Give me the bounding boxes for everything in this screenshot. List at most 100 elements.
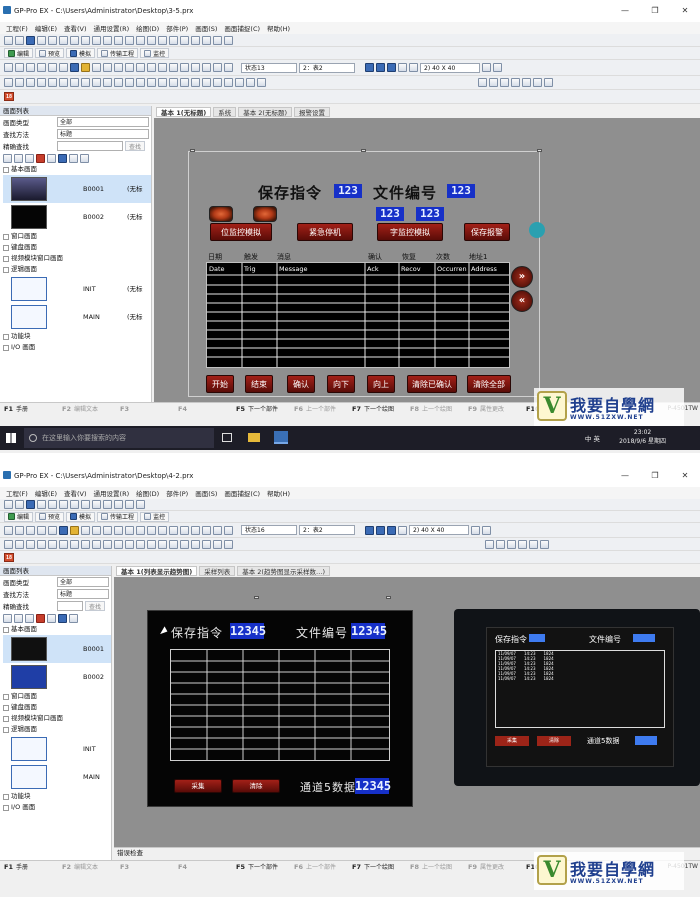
script-icon[interactable] <box>169 525 178 535</box>
f6-key[interactable]: F6 上一个部件 <box>290 404 348 414</box>
text-icon[interactable] <box>37 63 46 72</box>
delete-screen-icon[interactable] <box>36 153 45 163</box>
save-alarm-button[interactable]: 保存报警 <box>464 223 510 241</box>
text-color-icon[interactable] <box>387 525 396 535</box>
group-tool-icon[interactable] <box>180 539 189 549</box>
list-view-icon[interactable] <box>80 153 89 163</box>
flip-icon[interactable] <box>202 35 211 45</box>
f8-key[interactable]: F8 上一个绘图 <box>406 862 464 872</box>
text-icon[interactable] <box>37 525 46 535</box>
f6-key[interactable]: F6 上一个部件 <box>290 862 348 872</box>
line-icon[interactable] <box>4 525 13 535</box>
f2-key[interactable]: F2 编辑文本 <box>58 862 116 872</box>
bit-monitor-sim-button[interactable]: 位监控模拟 <box>210 223 272 241</box>
windows-start-icon[interactable] <box>6 433 16 443</box>
menu-view[interactable]: 查看(V) <box>64 488 87 498</box>
open-icon[interactable] <box>15 500 24 509</box>
line-color-icon[interactable] <box>376 525 385 535</box>
group-function-blocks[interactable]: 功能块 <box>3 791 111 802</box>
distribute-h-icon[interactable] <box>70 78 79 87</box>
blink-icon[interactable] <box>398 525 407 535</box>
group-window-screens[interactable]: 窗口画面 <box>3 231 151 242</box>
scale-icon[interactable] <box>533 78 542 87</box>
thumbnail-icon[interactable] <box>69 153 78 163</box>
menu-common-settings[interactable]: 通用设置(R) <box>94 488 130 498</box>
same-width-icon[interactable] <box>92 78 101 87</box>
start-button[interactable]: 开始 <box>206 375 234 393</box>
align-middle-icon[interactable] <box>48 78 57 87</box>
logic-item-init[interactable]: INIT (无标 <box>3 275 151 303</box>
find-icon[interactable] <box>92 35 101 45</box>
undo-icon[interactable] <box>70 35 79 45</box>
menu-help[interactable]: 帮助(H) <box>267 23 290 33</box>
arc-icon[interactable] <box>507 539 516 549</box>
lock-icon[interactable] <box>202 539 211 549</box>
tag-icon[interactable] <box>213 525 222 535</box>
mode-simulate-button[interactable]: 模拟 <box>66 511 96 522</box>
f1-key[interactable]: F1 手册 <box>0 862 58 872</box>
file-number-value[interactable]: 123 <box>447 184 475 198</box>
save-icon[interactable] <box>26 35 35 45</box>
group-keyboard-screens[interactable]: 键盘画面 <box>3 242 151 253</box>
new-screen-icon[interactable] <box>3 153 12 163</box>
screen-type-select[interactable]: 全部 <box>57 577 109 587</box>
exact-search-input[interactable] <box>57 141 123 151</box>
mirror-v-icon[interactable] <box>169 78 178 87</box>
minimize-button[interactable]: — <box>610 465 640 487</box>
menu-screen-capture[interactable]: 画面捕捉(C) <box>224 488 260 498</box>
dot-icon[interactable] <box>544 78 553 87</box>
data-display-icon[interactable] <box>92 63 101 72</box>
f4-key[interactable]: F4 <box>174 405 232 413</box>
align-center-icon[interactable] <box>15 539 24 549</box>
menu-parts[interactable]: 部件(P) <box>166 488 188 498</box>
resize-handle[interactable] <box>537 149 542 152</box>
menu-draw[interactable]: 绘图(D) <box>136 488 159 498</box>
group-keyboard-screens[interactable]: 键盘画面 <box>3 702 111 713</box>
switch-icon[interactable] <box>70 63 79 72</box>
delete-screen-icon[interactable] <box>36 613 45 623</box>
trend-icon[interactable] <box>136 63 145 72</box>
redo-icon[interactable] <box>81 500 90 509</box>
group-video-screens[interactable]: 视频模块窗口画面 <box>3 253 151 264</box>
group-function-blocks[interactable]: 功能块 <box>3 331 151 342</box>
resize-handle[interactable] <box>361 149 366 152</box>
tag-icon[interactable] <box>224 63 233 72</box>
undo-icon[interactable] <box>70 500 79 509</box>
ungroup-tool-icon[interactable] <box>191 539 200 549</box>
distribute-h-icon[interactable] <box>70 539 79 549</box>
search-method-select[interactable]: 标题 <box>57 589 109 599</box>
logic-item-init[interactable]: INIT <box>3 735 111 763</box>
channel5-value[interactable]: 12345 <box>355 778 391 794</box>
circle-icon[interactable] <box>26 63 35 72</box>
align-icon[interactable] <box>125 35 134 45</box>
mode-preview-button[interactable]: 预览 <box>35 511 65 522</box>
tab-sampling-list[interactable]: 采样列表 <box>199 566 236 576</box>
arc-icon[interactable] <box>500 78 509 87</box>
mirror-v-icon[interactable] <box>169 539 178 549</box>
grid-toggle-icon[interactable] <box>471 525 480 535</box>
search-method-select[interactable]: 标题 <box>57 129 149 139</box>
pie-icon[interactable] <box>518 539 527 549</box>
logic-item-main[interactable]: MAIN <box>3 763 111 791</box>
menu-draw[interactable]: 绘图(D) <box>136 23 159 33</box>
menu-edit[interactable]: 编辑(E) <box>35 23 57 33</box>
export-icon[interactable] <box>58 153 67 163</box>
grid-toggle-icon[interactable] <box>482 63 491 72</box>
select-icon[interactable] <box>485 539 494 549</box>
task-view-icon[interactable] <box>222 433 232 442</box>
zoom-out-icon[interactable] <box>235 78 244 87</box>
keypad-icon[interactable] <box>147 63 156 72</box>
align-right-icon[interactable] <box>26 78 35 87</box>
save-command-value[interactable]: 12345 <box>230 623 266 639</box>
zoom-out-icon[interactable] <box>224 539 233 549</box>
pie-icon[interactable] <box>511 78 520 87</box>
confirm-button[interactable]: 确认 <box>287 375 315 393</box>
text-color-icon[interactable] <box>387 63 396 72</box>
ungroup-tool-icon[interactable] <box>191 78 200 87</box>
align-top-icon[interactable] <box>37 78 46 87</box>
menu-screen[interactable]: 画面(S) <box>195 488 217 498</box>
gp-pro-taskbar-icon[interactable] <box>274 431 288 444</box>
f5-key[interactable]: F5 下一个部件 <box>232 862 290 872</box>
end-button[interactable]: 结束 <box>245 375 273 393</box>
redo-icon[interactable] <box>81 35 90 45</box>
